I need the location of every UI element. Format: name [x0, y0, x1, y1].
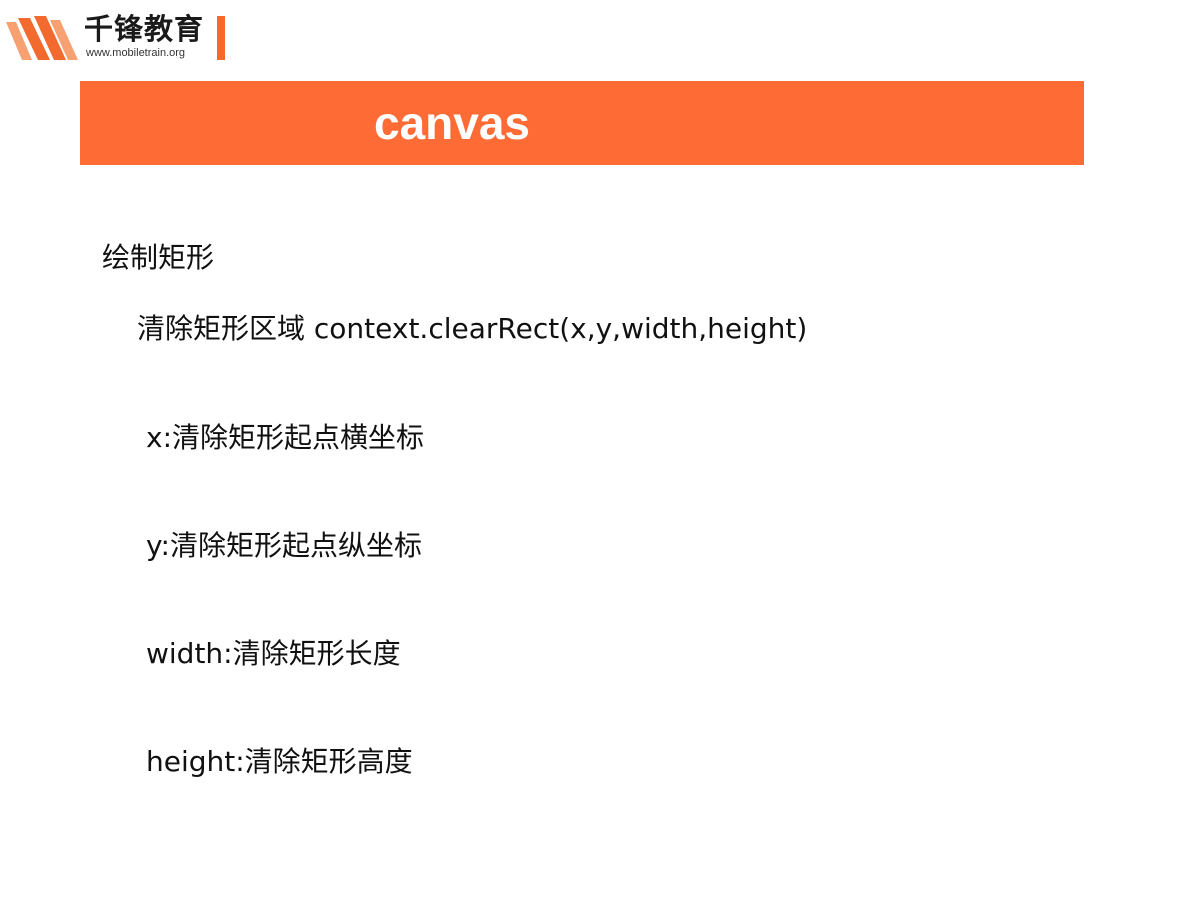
param-height: height:清除矩形高度 — [146, 745, 413, 778]
brand-url: www.mobiletrain.org — [86, 47, 186, 59]
slide-title: canvas — [374, 97, 531, 149]
brand-stripes-icon — [6, 16, 78, 60]
section-heading: 绘制矩形 — [102, 241, 215, 274]
api-description: 清除矩形区域 context.clearRect(x,y,width,heigh… — [137, 312, 808, 345]
brand-wordmark: 千锋教育 www.mobiletrain.org — [84, 12, 224, 64]
param-x: x:清除矩形起点横坐标 — [146, 421, 425, 454]
brand-name: 千锋教育 — [84, 12, 205, 46]
param-y: y:清除矩形起点纵坐标 — [146, 529, 422, 562]
param-width: width:清除矩形长度 — [146, 637, 401, 670]
brand-logo: 千锋教育 www.mobiletrain.org — [4, 12, 234, 64]
title-banner: canvas — [80, 81, 1084, 165]
brand-accent-bar — [217, 16, 225, 60]
